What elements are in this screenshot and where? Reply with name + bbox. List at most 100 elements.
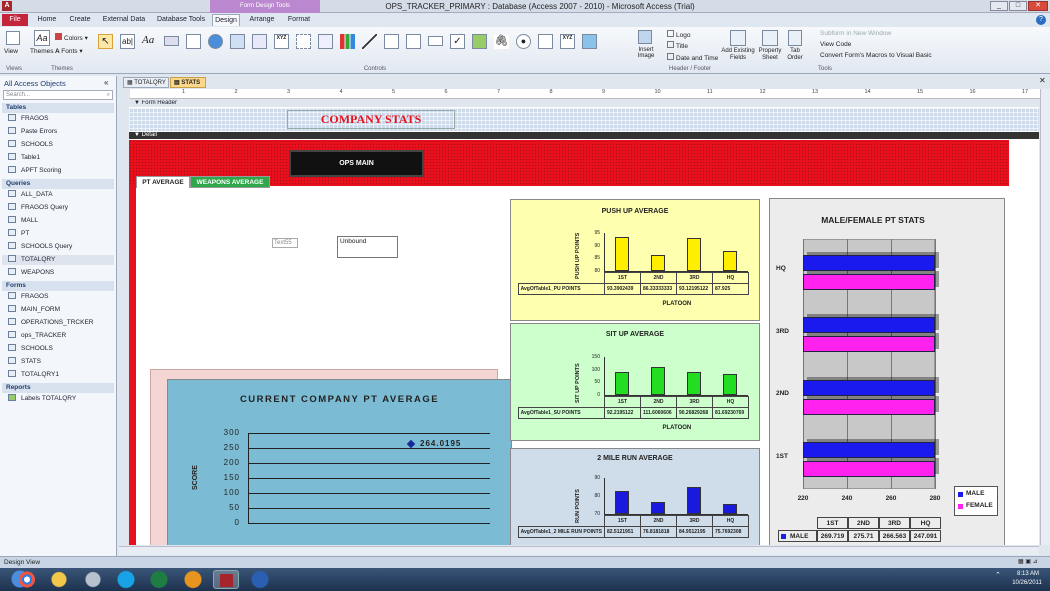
bar-hq[interactable] xyxy=(722,503,738,514)
view-switcher[interactable]: ▦ ▣ ⊿ xyxy=(1018,558,1046,567)
doc-tab-totalqry[interactable]: ▦ TOTALQRY xyxy=(123,77,169,88)
tab-order-button[interactable]: Tab Order xyxy=(784,48,806,62)
access-app-icon[interactable]: A xyxy=(2,1,12,11)
bar-hq[interactable] xyxy=(722,374,738,395)
bar-3rd[interactable] xyxy=(686,237,702,271)
bar-3rd[interactable] xyxy=(686,372,702,395)
page-break-icon[interactable] xyxy=(296,34,311,49)
nav-item[interactable]: Paste Errors xyxy=(8,127,57,137)
bar-male-hq[interactable] xyxy=(803,254,935,271)
maximize-button[interactable]: □ xyxy=(1009,1,1027,11)
nav-item[interactable]: MALL xyxy=(8,216,38,226)
tab-format[interactable]: Format xyxy=(282,14,316,26)
chrome-taskbar-icon[interactable] xyxy=(14,570,40,589)
insert-image-icon[interactable] xyxy=(638,30,652,44)
nav-item[interactable]: TOTALQRY xyxy=(2,255,114,265)
nav-item[interactable]: TOTALQRY1 xyxy=(8,370,59,380)
web-browser-control-icon[interactable] xyxy=(230,34,245,49)
form-title-label[interactable]: COMPANY STATS xyxy=(287,110,455,129)
textbox-control-icon[interactable]: ab| xyxy=(120,34,135,49)
nav-search-input[interactable]: Search... ⌕ xyxy=(3,90,113,100)
themes-icon[interactable]: Aa xyxy=(34,30,50,46)
add-existing-fields-button[interactable]: Add Existing Fields xyxy=(720,48,756,62)
nav-item[interactable]: SCHOOLS xyxy=(8,344,53,354)
form-header-band[interactable]: ▼ Form Header xyxy=(129,100,1039,107)
list-box-icon[interactable] xyxy=(406,34,421,49)
bar-female-hq[interactable] xyxy=(803,273,935,290)
tab-design[interactable]: Design xyxy=(212,14,240,26)
nav-item[interactable]: FRAGOS xyxy=(8,114,48,124)
option-group-icon[interactable]: XYZ xyxy=(274,34,289,49)
hyperlink-control-icon[interactable] xyxy=(208,34,223,49)
nav-item[interactable]: WEAPONS xyxy=(8,268,54,278)
current-company-pt-chart[interactable]: CURRENT COMPANY PT AVERAGE SCORE 300 250 200… xyxy=(167,379,512,545)
nav-item[interactable]: PT xyxy=(8,229,29,239)
bar-2nd[interactable] xyxy=(650,501,666,514)
clock-date[interactable]: 10/26/2011 xyxy=(1006,580,1048,586)
title-button[interactable]: Title xyxy=(667,41,688,50)
unbound-textbox[interactable]: Unbound xyxy=(337,236,398,258)
nav-item[interactable]: OPERATIONS_TRCKER xyxy=(8,318,93,328)
navigation-control-icon[interactable] xyxy=(252,34,267,49)
horizontal-scrollbar[interactable] xyxy=(119,546,1039,555)
bar-female-3rd[interactable] xyxy=(803,336,935,353)
unbound-object-frame-icon[interactable] xyxy=(472,34,487,49)
subform-new-window-button[interactable]: Subform in New Window xyxy=(820,30,891,37)
bar-1st[interactable] xyxy=(614,371,630,395)
nav-shutter-icon[interactable]: « xyxy=(104,78,108,87)
fonts-button[interactable]: A Fonts ▾ xyxy=(55,47,83,55)
view-icon[interactable] xyxy=(6,31,20,45)
nav-item[interactable]: APFT Scoring xyxy=(8,166,61,176)
word-taskbar-icon[interactable] xyxy=(247,570,273,589)
nav-section-forms[interactable]: Forms xyxy=(2,281,114,291)
bar-1st[interactable] xyxy=(614,237,630,271)
tab-order-icon[interactable] xyxy=(788,30,802,46)
nav-item[interactable]: Labels TOTALQRY xyxy=(8,394,76,404)
bar-2nd[interactable] xyxy=(650,366,666,395)
clock-time[interactable]: 8:13 AM xyxy=(1010,571,1046,577)
pushup-chart[interactable]: PUSH UP AVERAGE PUSH UP POINTS 95 90 85 80 1ST… xyxy=(510,199,760,321)
bar-hq[interactable] xyxy=(722,250,738,271)
nav-item[interactable]: FRAGOS xyxy=(8,292,48,302)
logo-button[interactable]: Logo xyxy=(667,30,690,39)
nav-item[interactable]: STATS xyxy=(8,357,41,367)
bar-male-2nd[interactable] xyxy=(803,379,935,396)
label-control-icon[interactable]: Aa xyxy=(142,34,157,49)
view-code-button[interactable]: View Code xyxy=(820,41,851,48)
nav-section-tables[interactable]: Tables xyxy=(2,103,114,113)
tab-home[interactable]: Home xyxy=(32,14,62,26)
combo-box-icon[interactable] xyxy=(318,34,333,49)
calculator-taskbar-icon[interactable] xyxy=(80,570,106,589)
view-button-label[interactable]: View xyxy=(4,48,18,55)
doc-tab-stats[interactable]: ▤ STATS xyxy=(170,77,206,88)
image-control-icon[interactable] xyxy=(582,34,597,49)
tab-control-icon[interactable] xyxy=(186,34,201,49)
date-time-button[interactable]: Date and Time xyxy=(667,53,718,62)
tab-pt-average[interactable]: PT AVERAGE xyxy=(136,176,190,188)
nav-section-queries[interactable]: Queries xyxy=(2,179,114,189)
themes-button-label[interactable]: Themes xyxy=(30,48,53,55)
rectangle-control-icon[interactable] xyxy=(428,36,443,46)
help-icon[interactable]: ? xyxy=(1036,15,1046,25)
line-control-icon[interactable] xyxy=(362,34,377,49)
tab-database-tools[interactable]: Database Tools xyxy=(152,14,210,26)
tab-create[interactable]: Create xyxy=(64,14,96,26)
nav-item[interactable]: Table1 xyxy=(8,153,40,163)
bar-female-2nd[interactable] xyxy=(803,398,935,415)
excel-taskbar-icon[interactable] xyxy=(146,570,172,589)
vertical-scrollbar[interactable] xyxy=(1040,89,1050,545)
bar-male-3rd[interactable] xyxy=(803,317,935,334)
media-player-taskbar-icon[interactable] xyxy=(180,570,206,589)
chart-control-icon[interactable] xyxy=(340,34,355,49)
select-pointer-icon[interactable]: ↖ xyxy=(98,34,113,49)
convert-macros-button[interactable]: Convert Form's Macros to Visual Basic xyxy=(820,52,932,59)
bar-male-1st[interactable] xyxy=(803,442,935,459)
minimize-button[interactable]: _ xyxy=(990,1,1008,11)
data-point-marker[interactable] xyxy=(406,439,416,449)
bar-2nd[interactable] xyxy=(650,254,666,271)
tab-external-data[interactable]: External Data xyxy=(98,14,150,26)
ops-main-button[interactable]: OPS MAIN xyxy=(289,150,424,177)
textbox-label[interactable]: Text55 xyxy=(272,238,298,248)
nav-section-reports[interactable]: Reports xyxy=(2,383,114,393)
add-existing-fields-icon[interactable] xyxy=(730,30,746,46)
